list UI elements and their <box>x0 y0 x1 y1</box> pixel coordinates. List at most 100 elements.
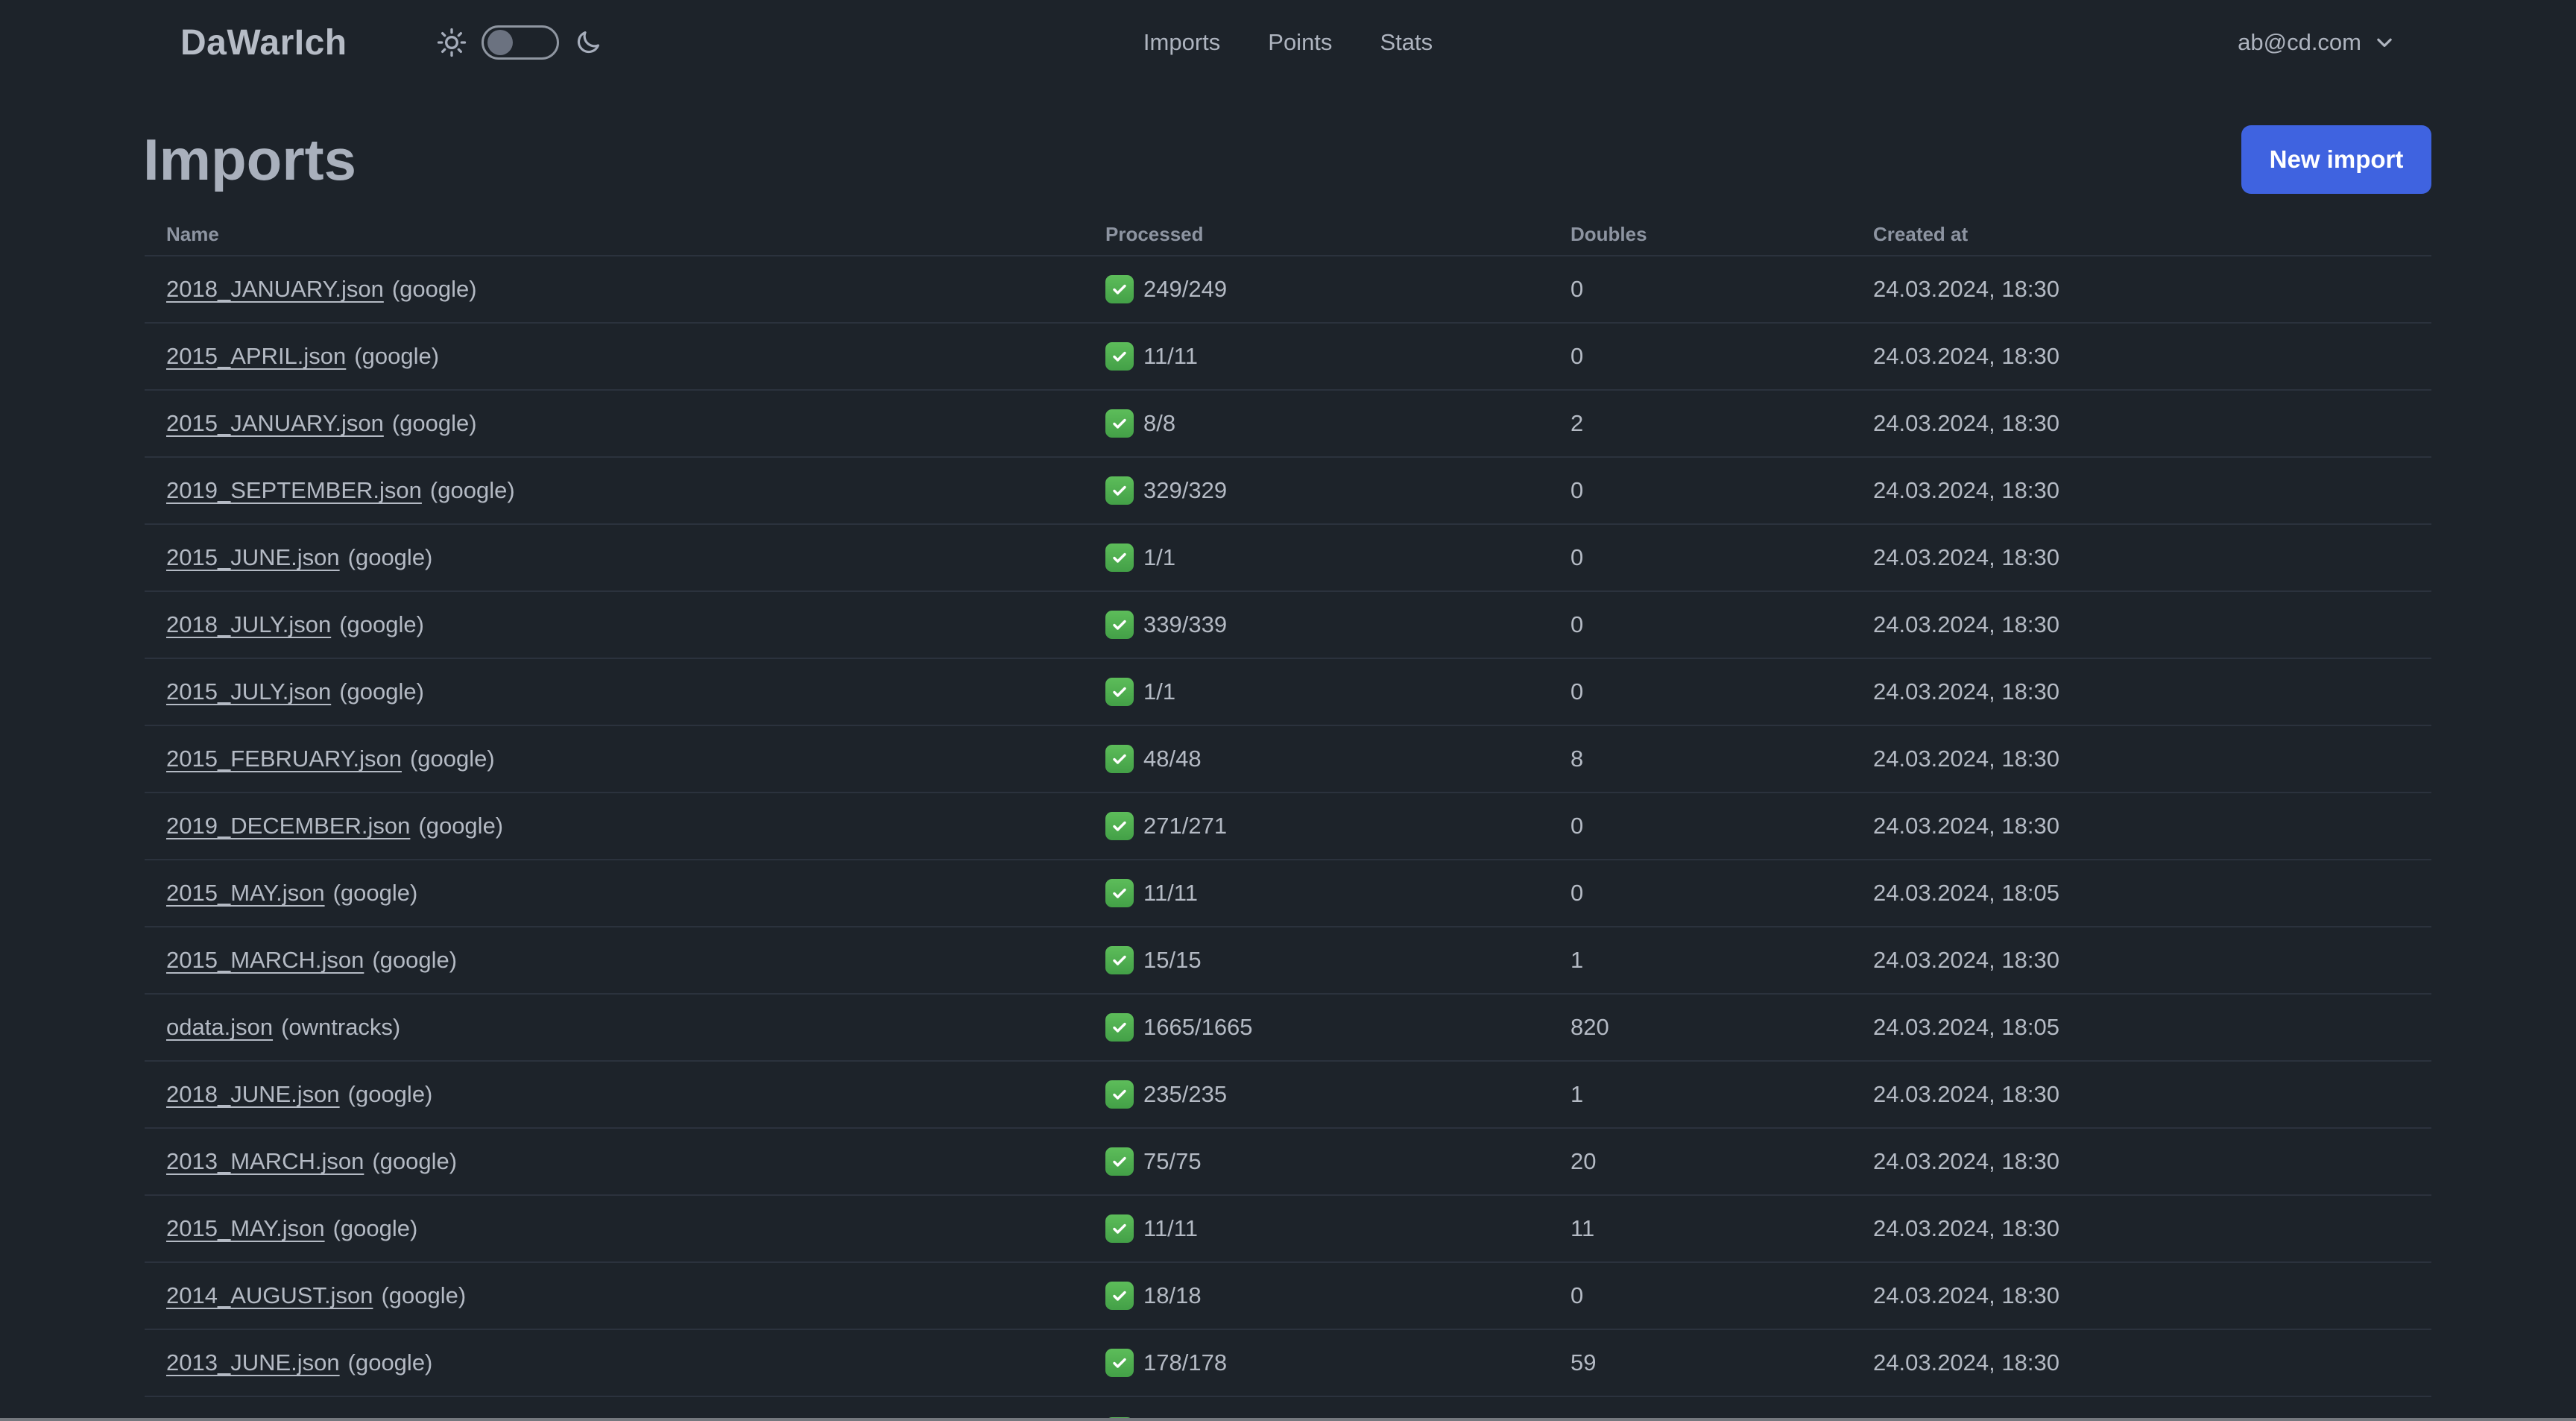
column-header-created-at: Created at <box>1873 222 1969 245</box>
column-header-processed: Processed <box>1105 222 1204 245</box>
processed-count: 1/1 <box>1143 544 1176 570</box>
table-row: odata.json (owntracks) 1665/1665 820 24.… <box>145 995 2431 1062</box>
doubles-count: 0 <box>1570 544 1584 570</box>
page-title: Imports <box>143 127 357 192</box>
import-file-link[interactable]: 2015_APRIL.json <box>166 343 346 370</box>
table-row: 2015_APRIL.json (google) 11/11 0 24.03.2… <box>145 324 2431 391</box>
success-check-icon <box>1105 342 1134 371</box>
created-at: 24.03.2024, 18:30 <box>1873 477 2059 503</box>
success-check-icon <box>1105 611 1134 639</box>
table-row: 2018_JUNE.json (google) 235/235 1 24.03.… <box>145 1062 2431 1129</box>
import-file-link[interactable]: 2015_JANUARY.json <box>166 410 384 437</box>
import-file-link[interactable]: 2015_FEBRUARY.json <box>166 746 402 772</box>
import-source-label: (google) <box>429 477 515 503</box>
success-check-icon <box>1105 543 1134 572</box>
table-row: 2019_SEPTEMBER.json (google) 329/329 0 2… <box>145 458 2431 525</box>
doubles-count: 0 <box>1570 678 1584 705</box>
table-row: 2013_JUNE.json (google) 178/178 59 24.03… <box>145 1330 2431 1397</box>
success-check-icon <box>1105 1013 1134 1042</box>
table-row: 2015_JUNE.json (google) 1/1 0 24.03.2024… <box>145 525 2431 592</box>
created-at: 24.03.2024, 18:30 <box>1873 1081 2059 1107</box>
user-email: ab@cd.com <box>2238 29 2361 55</box>
import-file-link[interactable]: odata.json <box>166 1014 273 1041</box>
processed-count: 11/11 <box>1143 880 1198 906</box>
processed-count: 1665/1665 <box>1143 1014 1253 1040</box>
import-file-link[interactable]: 2015_JULY.json <box>166 678 331 705</box>
nav-link-stats[interactable]: Stats <box>1380 29 1433 56</box>
created-at: 24.03.2024, 18:30 <box>1873 611 2059 637</box>
import-file-link[interactable]: 2013_MARCH.json <box>166 1148 364 1175</box>
processed-count: 271/271 <box>1143 813 1228 839</box>
success-check-icon <box>1105 879 1134 907</box>
import-file-link[interactable]: 2018_JANUARY.json <box>166 276 384 303</box>
nav-link-points[interactable]: Points <box>1268 29 1332 56</box>
import-source-label: (google) <box>332 1215 418 1241</box>
nav-link-imports[interactable]: Imports <box>1143 29 1220 56</box>
processed-count: 249/249 <box>1143 276 1228 302</box>
import-source-label: (google) <box>372 1148 458 1174</box>
created-at: 24.03.2024, 18:30 <box>1873 1349 2059 1376</box>
created-at: 24.03.2024, 18:30 <box>1873 947 2059 973</box>
created-at: 24.03.2024, 18:05 <box>1873 880 2059 906</box>
moon-icon <box>574 28 602 57</box>
table-row: 2018_JULY.json (google) 339/339 0 24.03.… <box>145 592 2431 659</box>
processed-count: 178/178 <box>1143 1349 1228 1376</box>
app-logo[interactable]: DaWarIch <box>180 22 347 63</box>
import-source-label: (google) <box>372 947 458 973</box>
doubles-count: 1 <box>1570 947 1584 973</box>
page-header: Imports New import <box>143 125 2431 194</box>
import-source-label: (google) <box>354 343 440 369</box>
success-check-icon <box>1105 745 1134 773</box>
import-source-label: (google) <box>347 1349 433 1376</box>
table-row: 2019_DECEMBER.json (google) 271/271 0 24… <box>145 793 2431 860</box>
imports-table: Name Processed Doubles Created at 2018_J… <box>145 206 2431 1421</box>
import-file-link[interactable]: 2013_JUNE.json <box>166 1349 340 1376</box>
new-import-button[interactable]: New import <box>2241 125 2431 194</box>
import-file-link[interactable]: 2015_JUNE.json <box>166 544 340 571</box>
created-at: 24.03.2024, 18:05 <box>1873 1014 2059 1040</box>
table-body: 2018_JANUARY.json (google) 249/249 0 24.… <box>145 256 2431 1397</box>
import-source-label: (google) <box>339 678 424 705</box>
table-row: 2015_MARCH.json (google) 15/15 1 24.03.2… <box>145 927 2431 995</box>
import-file-link[interactable]: 2019_DECEMBER.json <box>166 813 410 839</box>
theme-toggle[interactable] <box>481 25 559 60</box>
success-check-icon <box>1105 1080 1134 1109</box>
doubles-count: 8 <box>1570 746 1584 772</box>
import-source-label: (google) <box>391 276 477 302</box>
import-file-link[interactable]: 2015_MARCH.json <box>166 947 364 974</box>
processed-count: 235/235 <box>1143 1081 1228 1107</box>
import-file-link[interactable]: 2019_SEPTEMBER.json <box>166 477 422 504</box>
processed-count: 8/8 <box>1143 410 1176 436</box>
processed-count: 1/1 <box>1143 678 1176 705</box>
table-row: 2015_MAY.json (google) 11/11 0 24.03.202… <box>145 860 2431 927</box>
success-check-icon <box>1105 678 1134 706</box>
processed-count: 48/48 <box>1143 746 1202 772</box>
import-file-link[interactable]: 2015_MAY.json <box>166 1215 325 1242</box>
table-row: 2015_MAY.json (google) 11/11 11 24.03.20… <box>145 1196 2431 1263</box>
table-row: 2018_JANUARY.json (google) 249/249 0 24.… <box>145 256 2431 324</box>
success-check-icon <box>1105 1147 1134 1176</box>
import-source-label: (google) <box>339 611 424 637</box>
processed-count: 11/11 <box>1143 343 1198 369</box>
processed-count: 15/15 <box>1143 947 1202 973</box>
success-check-icon <box>1105 812 1134 840</box>
created-at: 24.03.2024, 18:30 <box>1873 410 2059 436</box>
import-file-link[interactable]: 2014_AUGUST.json <box>166 1282 373 1309</box>
user-menu[interactable]: ab@cd.com <box>2238 29 2396 56</box>
success-check-icon <box>1105 946 1134 974</box>
created-at: 24.03.2024, 18:30 <box>1873 343 2059 369</box>
theme-toggle-knob <box>487 30 513 55</box>
import-file-link[interactable]: 2018_JUNE.json <box>166 1081 340 1108</box>
table-header-row: Name Processed Doubles Created at <box>145 206 2431 256</box>
import-file-link[interactable]: 2018_JULY.json <box>166 611 331 638</box>
created-at: 24.03.2024, 18:30 <box>1873 1148 2059 1174</box>
import-file-link[interactable]: 2015_MAY.json <box>166 880 325 907</box>
doubles-count: 0 <box>1570 1282 1584 1308</box>
table-row: 2015_FEBRUARY.json (google) 48/48 8 24.0… <box>145 726 2431 793</box>
doubles-count: 1 <box>1570 1081 1584 1107</box>
doubles-count: 0 <box>1570 813 1584 839</box>
table-row: 2015_JANUARY.json (google) 8/8 2 24.03.2… <box>145 391 2431 458</box>
theme-toggle-group <box>437 25 602 60</box>
import-source-label: (google) <box>409 746 495 772</box>
import-source-label: (google) <box>381 1282 467 1308</box>
